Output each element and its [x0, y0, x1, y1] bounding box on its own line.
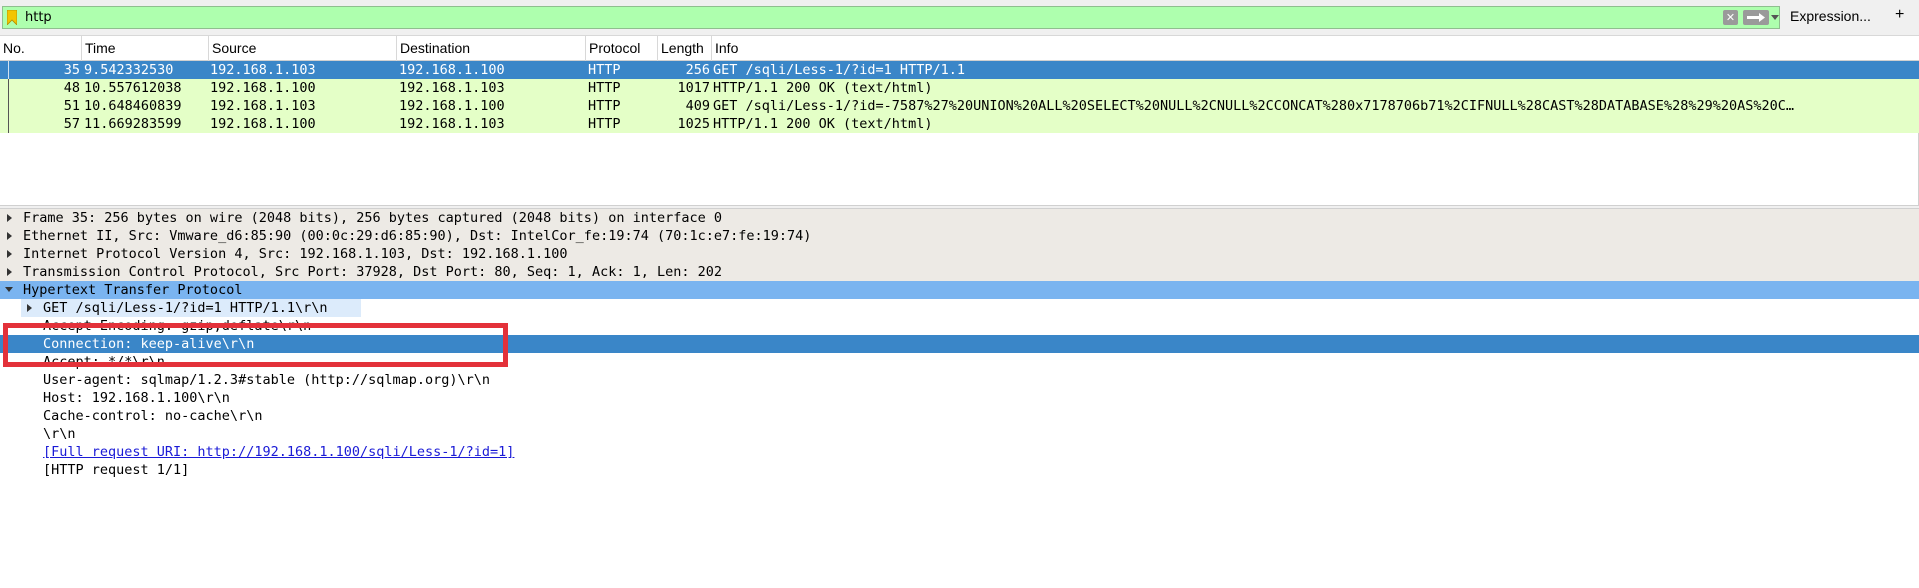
expand-arrow-icon[interactable] [27, 304, 32, 312]
packet-list: 35 9.542332530 192.168.1.103 192.168.1.1… [0, 61, 1919, 205]
apply-arrow-icon[interactable] [1743, 10, 1769, 25]
packet-length: 256 [685, 62, 710, 78]
packet-destination: 192.168.1.103 [399, 116, 505, 132]
packet-destination: 192.168.1.100 [399, 98, 505, 114]
tree-item-label: Cache-control: no-cache\r\n [43, 408, 263, 424]
packet-length: 409 [685, 98, 710, 114]
display-filter-input[interactable] [25, 8, 1715, 27]
tree-item-frame[interactable]: Frame 35: 256 bytes on wire (2048 bits),… [0, 209, 1919, 227]
column-header-length[interactable]: Length [658, 36, 712, 61]
packet-source: 192.168.1.100 [210, 116, 316, 132]
packet-time: 10.557612038 [84, 80, 182, 96]
collapse-arrow-icon[interactable] [5, 287, 13, 292]
packet-destination: 192.168.1.103 [399, 80, 505, 96]
packet-source: 192.168.1.103 [210, 98, 316, 114]
tree-item-label: User-agent: sqlmap/1.2.3#stable (http://… [43, 372, 491, 388]
display-filter-field[interactable]: ✕ [2, 6, 1780, 29]
tree-item-user-agent[interactable]: User-agent: sqlmap/1.2.3#stable (http://… [0, 371, 1919, 389]
column-header-info[interactable]: Info [712, 36, 1919, 61]
column-header-no[interactable]: No. [0, 36, 82, 61]
packet-row[interactable]: 51 10.648460839 192.168.1.103 192.168.1.… [0, 97, 1919, 115]
column-header-protocol[interactable]: Protocol [586, 36, 658, 61]
packet-row[interactable]: 35 9.542332530 192.168.1.103 192.168.1.1… [0, 61, 1919, 79]
bookmark-icon[interactable] [7, 10, 17, 25]
tree-item-tcp[interactable]: Transmission Control Protocol, Src Port:… [0, 263, 1919, 281]
clear-icon[interactable]: ✕ [1723, 10, 1738, 25]
packet-protocol: HTTP [588, 98, 621, 114]
chevron-down-icon[interactable] [1771, 15, 1779, 20]
packet-info: GET /sqli/Less-1/?id=-7587%27%20UNION%20… [713, 98, 1794, 114]
tree-item-cache-control[interactable]: Cache-control: no-cache\r\n [0, 407, 1919, 425]
packet-destination: 192.168.1.100 [399, 62, 505, 78]
packet-source: 192.168.1.100 [210, 80, 316, 96]
annotation-highlight-box [3, 323, 508, 367]
packet-time: 9.542332530 [84, 62, 174, 78]
tree-item-label: Hypertext Transfer Protocol [23, 282, 243, 298]
tree-item-label: Internet Protocol Version 4, Src: 192.16… [23, 246, 568, 262]
add-filter-button[interactable]: + [1895, 6, 1904, 24]
packet-no: 35 [63, 62, 80, 78]
packet-no: 57 [63, 116, 80, 132]
packet-info: GET /sqli/Less-1/?id=1 HTTP/1.1 [713, 62, 965, 78]
tree-item-label: \r\n [43, 426, 76, 442]
tree-item-ip[interactable]: Internet Protocol Version 4, Src: 192.16… [0, 245, 1919, 263]
expression-button[interactable]: Expression... [1790, 8, 1871, 24]
tree-item-label: Transmission Control Protocol, Src Port:… [23, 264, 722, 280]
tree-item-label: [HTTP request 1/1] [43, 462, 190, 478]
packet-info: HTTP/1.1 200 OK (text/html) [713, 116, 933, 132]
column-header-destination[interactable]: Destination [397, 36, 586, 61]
packet-time: 11.669283599 [84, 116, 182, 132]
tree-item-http[interactable]: Hypertext Transfer Protocol [0, 281, 1919, 299]
packet-no: 48 [63, 80, 80, 96]
expand-arrow-icon[interactable] [7, 232, 12, 240]
tree-item-request-count[interactable]: [HTTP request 1/1] [0, 461, 1919, 479]
column-header-time[interactable]: Time [82, 36, 209, 61]
tree-item-label: GET /sqli/Less-1/?id=1 HTTP/1.1\r\n [43, 300, 328, 316]
tree-item-request-line[interactable]: GET /sqli/Less-1/?id=1 HTTP/1.1\r\n [0, 299, 1919, 317]
tree-item-full-uri[interactable]: [Full request URI: http://192.168.1.100/… [0, 443, 1919, 461]
expand-arrow-icon[interactable] [7, 250, 12, 258]
expand-arrow-icon[interactable] [7, 268, 12, 276]
packet-length: 1017 [677, 80, 710, 96]
expand-arrow-icon[interactable] [7, 214, 12, 222]
tree-item-ethernet[interactable]: Ethernet II, Src: Vmware_d6:85:90 (00:0c… [0, 227, 1919, 245]
full-request-uri-link[interactable]: [Full request URI: http://192.168.1.100/… [43, 443, 514, 461]
tree-item-host[interactable]: Host: 192.168.1.100\r\n [0, 389, 1919, 407]
packet-row[interactable]: 48 10.557612038 192.168.1.100 192.168.1.… [0, 79, 1919, 97]
packet-details-pane: Frame 35: 256 bytes on wire (2048 bits),… [0, 209, 1919, 588]
packet-time: 10.648460839 [84, 98, 182, 114]
packet-no: 51 [63, 98, 80, 114]
tree-item-label: Ethernet II, Src: Vmware_d6:85:90 (00:0c… [23, 228, 812, 244]
display-filter-toolbar: ✕ Expression... + [0, 0, 1919, 36]
packet-protocol: HTTP [588, 62, 621, 78]
packet-length: 1025 [677, 116, 710, 132]
tree-item-label: Host: 192.168.1.100\r\n [43, 390, 230, 406]
packet-protocol: HTTP [588, 80, 621, 96]
packet-source: 192.168.1.103 [210, 62, 316, 78]
tree-item-label: Frame 35: 256 bytes on wire (2048 bits),… [23, 210, 722, 226]
tree-item-crlf[interactable]: \r\n [0, 425, 1919, 443]
packet-row[interactable]: 57 11.669283599 192.168.1.100 192.168.1.… [0, 115, 1919, 133]
packet-info: HTTP/1.1 200 OK (text/html) [713, 80, 933, 96]
packet-list-header: No. Time Source Destination Protocol Len… [0, 36, 1919, 61]
packet-protocol: HTTP [588, 116, 621, 132]
column-header-source[interactable]: Source [209, 36, 397, 61]
